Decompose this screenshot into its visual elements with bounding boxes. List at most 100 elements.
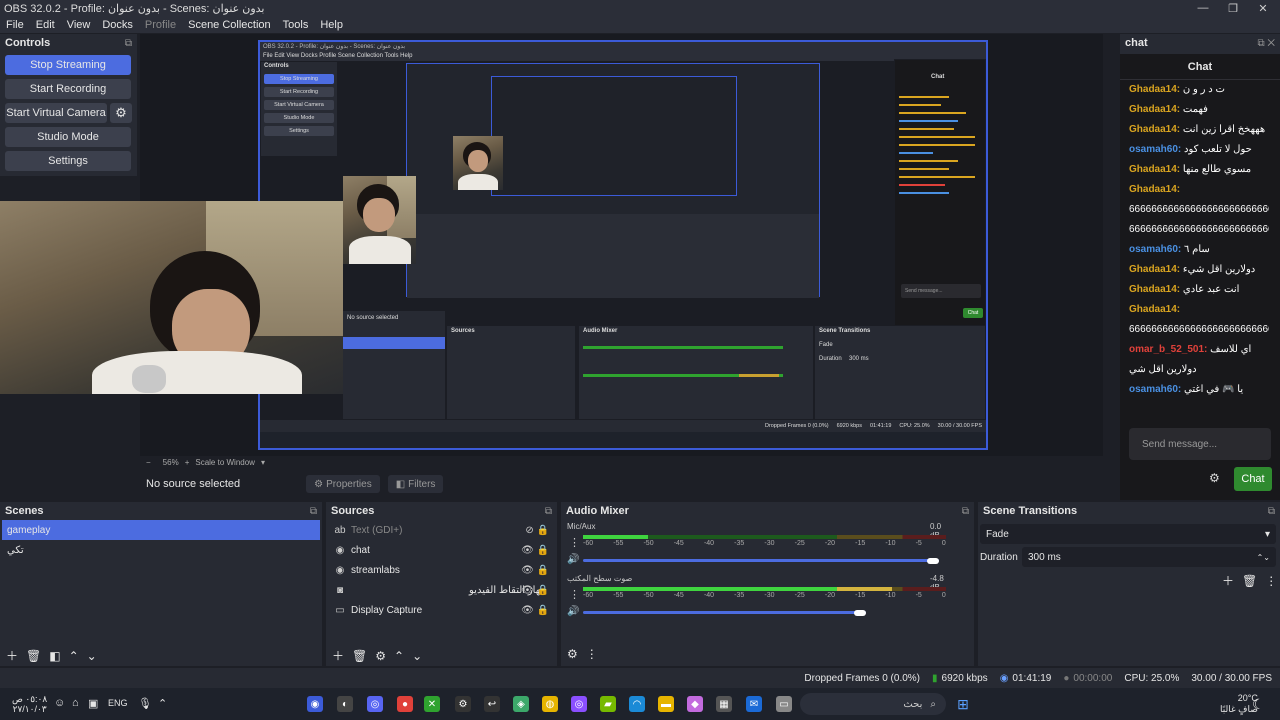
undock-icon[interactable]: ⧉ [125,38,132,49]
menu-tools[interactable]: Tools [277,19,315,31]
menu-docks[interactable]: Docks [96,19,139,31]
chat-username[interactable]: osamah60: [1129,144,1184,155]
chevron-up-icon[interactable]: ⌃ [158,697,167,710]
menu-profile[interactable]: Profile [139,19,182,31]
chat-username[interactable]: Ghadaa14: [1129,284,1183,295]
filters-button[interactable]: ◧ Filters [387,475,444,493]
chevron-up-icon[interactable]: ⌃ [69,649,79,663]
chat-username[interactable]: Ghadaa14: [1129,184,1180,195]
scene-item-2[interactable]: تكي [2,540,320,560]
advanced-audio-icon[interactable]: ⚙ [567,647,578,661]
zoom-out-button[interactable]: − [146,458,151,467]
taskbar-clock[interactable]: ٠٥:٠٨ ص ٢٧/١٠/٠٣ [12,694,47,714]
visibility-lock-icons[interactable]: 👁 🔒 [521,565,549,576]
obs-app-icon[interactable]: ◐ [337,696,353,712]
visibility-lock-icons[interactable]: 👁 🔒 [521,605,549,616]
undock-icon[interactable]: ⧉ [545,506,552,517]
obs-icon[interactable]: ◉ [307,696,323,712]
chat-username[interactable]: Ghadaa14: [1129,104,1183,115]
windows-start-icon[interactable]: ⊞ [955,696,971,712]
xbox-icon[interactable]: ✕ [424,696,440,712]
menu-view[interactable]: View [61,19,97,31]
edge-icon[interactable]: ◠ [629,696,645,712]
store-icon[interactable]: ▦ [716,696,732,712]
scale-mode-select[interactable]: Scale to Window [195,458,255,467]
volume-slider-knob[interactable] [926,557,939,564]
hidden-lock-icons[interactable]: ⊘ 🔒 [525,525,549,536]
back-icon[interactable]: ↩ [484,696,500,712]
microphone-icon[interactable]: 🎙 [138,697,152,710]
zoom-in-button[interactable]: + [185,458,190,467]
settings-icon[interactable]: ⚙ [455,696,471,712]
nvidia-icon[interactable]: ▰ [600,696,616,712]
red-app-icon[interactable]: ● [397,696,413,712]
chevron-down-icon[interactable]: ▾ [261,458,265,467]
minimize-button[interactable]: — [1188,0,1218,16]
add-icon[interactable]: ＋ [6,647,18,664]
visibility-lock-icons[interactable]: 👁 🔒 [521,545,549,556]
copilot-icon[interactable]: ☺ [54,697,65,709]
gear-icon[interactable]: ⚙ [1209,471,1220,485]
visibility-lock-icons[interactable]: 👁 🔒 [521,585,549,596]
chat-username[interactable]: osamah60: [1129,244,1184,255]
spin-icon[interactable]: ⌃⌄ [1257,553,1270,562]
settings-button[interactable]: Settings [5,151,131,171]
start-virtual-camera-button[interactable]: Start Virtual Camera [5,103,107,123]
source-item-display-capture[interactable]: ▭ Display Capture 👁 🔒 [328,600,555,620]
volume-slider[interactable] [583,611,867,614]
chat-username[interactable]: Ghadaa14: [1129,304,1180,315]
chat-messages[interactable]: Ghadaa14: ت د ر و ن Ghadaa14: فهمت Ghadaa1… [1120,80,1280,418]
more-icon[interactable]: ⋮ [569,536,580,549]
purple-app-icon[interactable]: ◎ [571,696,587,712]
chevron-up-icon[interactable]: ⌃ [394,649,404,663]
menu-help[interactable]: Help [314,19,349,31]
discord-icon[interactable]: ◎ [367,696,383,712]
chat-send-button[interactable]: Chat [1234,467,1272,491]
more-icon[interactable]: ⋮ [586,647,598,661]
chat-username[interactable]: Ghadaa14: [1129,264,1183,275]
add-icon[interactable]: ＋ [1222,572,1234,589]
undock-icon[interactable]: ⧉ [310,506,317,517]
chat-username[interactable]: Ghadaa14: [1129,124,1183,135]
close-button[interactable]: ✕ [1248,0,1278,16]
network-icon[interactable]: ⌂ [72,697,79,709]
display-icon[interactable]: ▣ [88,697,98,710]
gear-icon[interactable]: ⚙ [375,649,386,663]
source-item-text[interactable]: ab Text (GDI+) ⊘ 🔒 [328,520,555,540]
undock-icon[interactable]: ⧉ ✕ [1257,38,1275,49]
more-icon[interactable]: ⋮ [569,588,580,601]
outlook-icon[interactable]: ✉ [746,696,762,712]
volume-slider-knob[interactable] [854,609,867,616]
speaker-icon[interactable]: 🔊 [567,554,579,565]
trash-icon[interactable]: 🗑 [352,649,367,663]
transition-type-select[interactable]: Fade ▾ [980,524,1276,544]
start-recording-button[interactable]: Start Recording [5,79,131,99]
folder-icon[interactable]: ▬ [658,696,674,712]
chat-send-input[interactable]: Send message... [1129,428,1271,460]
more-icon[interactable]: ⋮ [1265,574,1277,588]
undock-icon[interactable]: ⧉ [962,506,969,517]
language-indicator[interactable]: ENG [108,698,128,708]
taskbar-search[interactable]: بحث ⌕ [800,693,946,715]
copilot-app-icon[interactable]: ◆ [687,696,703,712]
source-item-video-capture[interactable]: ◙ جهاز التقاط الفيديو 👁 🔒 [328,580,555,600]
menu-scene-collection[interactable]: Scene Collection [182,19,277,31]
trash-icon[interactable]: 🗑 [26,649,41,663]
source-item-chat[interactable]: ◉ chat 👁 🔒 [328,540,555,560]
chat-username[interactable]: omar_b_52_501: [1129,344,1210,355]
duration-input[interactable]: 300 ms ⌃⌄ [1022,547,1276,567]
trash-icon[interactable]: 🗑 [1242,574,1257,588]
speaker-icon[interactable]: 🔊 [567,606,579,617]
maximize-button[interactable]: ❐ [1218,0,1248,16]
chat-username[interactable]: osamah60: [1129,384,1184,395]
gamepad-icon[interactable]: ◈ [513,696,529,712]
add-icon[interactable]: ＋ [332,647,344,664]
stop-streaming-button[interactable]: Stop Streaming [5,55,131,75]
virtual-camera-settings-button[interactable]: ⚙ [110,103,132,123]
source-item-streamlabs[interactable]: ◉ streamlabs 👁 🔒 [328,560,555,580]
chrome-icon[interactable]: ◍ [542,696,558,712]
chat-username[interactable]: Ghadaa14: [1129,84,1183,95]
chat-username[interactable]: Ghadaa14: [1129,164,1183,175]
menu-file[interactable]: File [0,19,30,31]
studio-mode-button[interactable]: Studio Mode [5,127,131,147]
